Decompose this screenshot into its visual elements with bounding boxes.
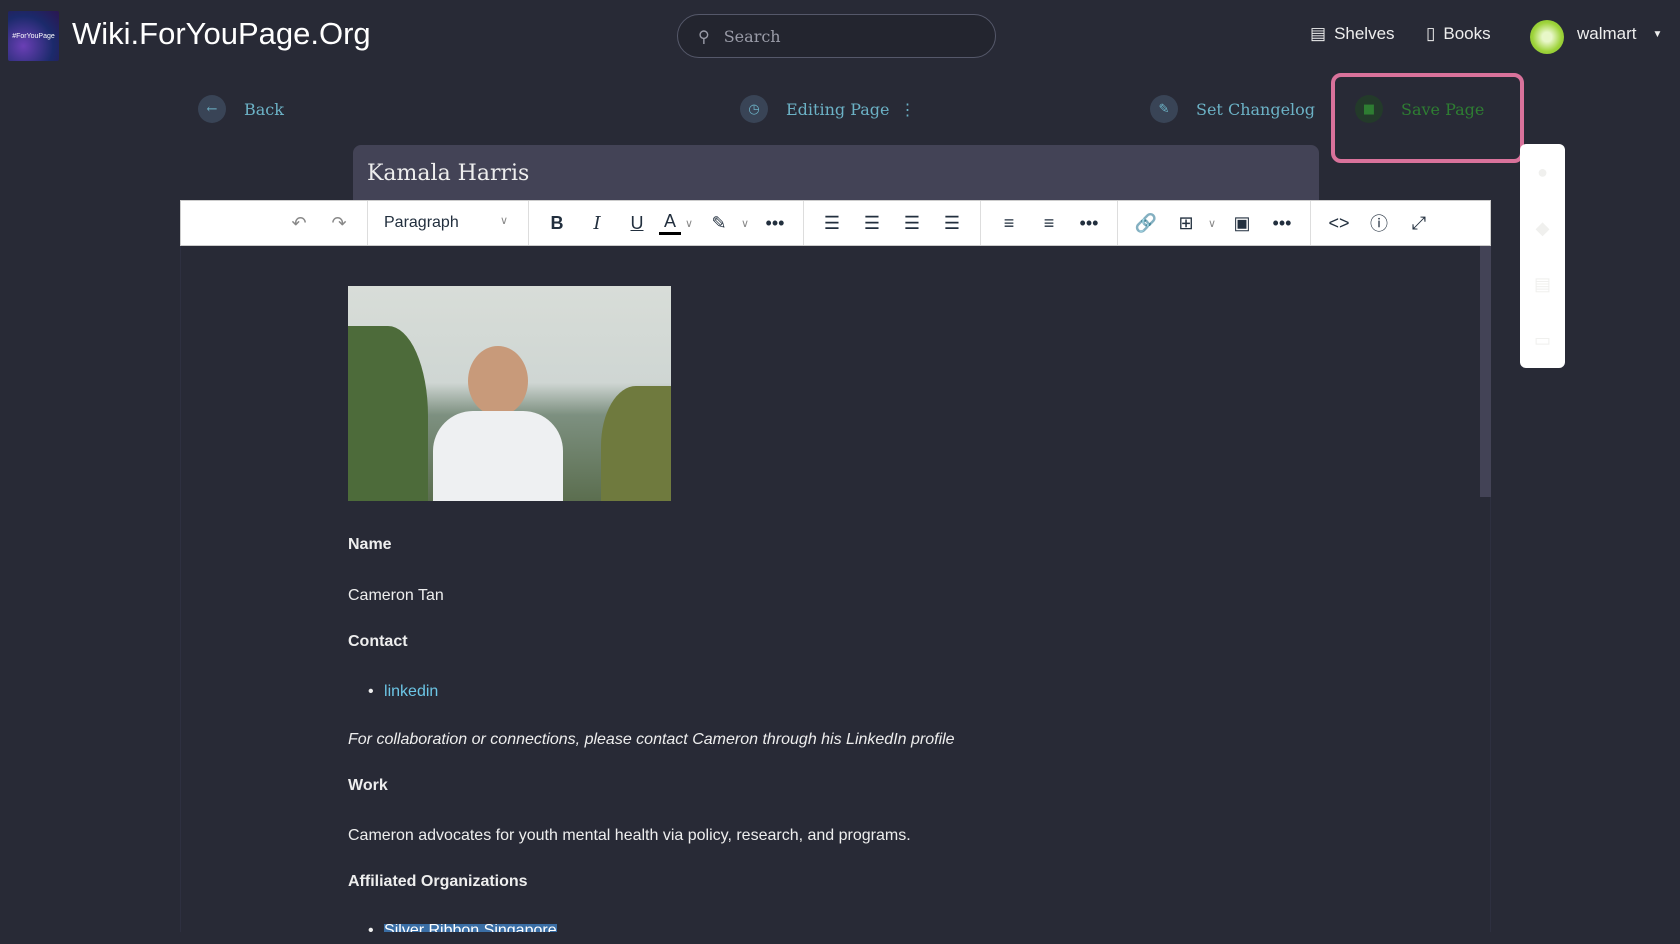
heading-orgs: Affiliated Organizations bbox=[348, 873, 528, 890]
align-right-icon[interactable]: ☰ bbox=[894, 207, 930, 239]
more-icon[interactable]: ••• bbox=[757, 207, 793, 239]
back-button[interactable]: ← Back bbox=[198, 95, 284, 123]
name-text: Cameron Tan bbox=[348, 587, 444, 604]
chevron-down-icon[interactable]: ∨ bbox=[741, 217, 753, 230]
site-logo[interactable]: #ForYouPage bbox=[8, 11, 59, 61]
image-icon[interactable]: ▣ bbox=[1224, 207, 1260, 239]
arrow-left-icon: ← bbox=[198, 95, 226, 123]
more-vertical-icon: ⋮ bbox=[899, 99, 916, 119]
book-icon: ▯ bbox=[1426, 24, 1436, 43]
more-icon[interactable]: ••• bbox=[1071, 207, 1107, 239]
side-toolbar: ● ◆ ▤ ▭ bbox=[1520, 144, 1565, 368]
set-changelog-button[interactable]: ✎ Set Changelog bbox=[1150, 95, 1315, 123]
avatar[interactable] bbox=[1530, 20, 1564, 54]
changelog-label: Set Changelog bbox=[1196, 99, 1316, 119]
profile-photo[interactable] bbox=[348, 286, 671, 501]
nav-books[interactable]: ▯ Books bbox=[1426, 24, 1491, 44]
block-format-value: Paragraph bbox=[384, 214, 459, 231]
editor-scrollbar[interactable] bbox=[1480, 246, 1491, 497]
site-title[interactable]: Wiki.ForYouPage.Org bbox=[72, 16, 371, 52]
block-format-select[interactable]: Paragraph ∨ bbox=[378, 214, 518, 232]
nav-label: Books bbox=[1443, 24, 1491, 43]
tag-icon[interactable]: ◆ bbox=[1536, 218, 1550, 239]
org-item[interactable]: Silver Ribbon Singapore bbox=[384, 924, 557, 932]
fullscreen-icon[interactable]: ⤢ bbox=[1401, 207, 1437, 239]
numbered-list-icon[interactable]: ≡ bbox=[1031, 207, 1067, 239]
page-title-input[interactable]: Kamala Harris bbox=[353, 145, 1319, 201]
work-text: Cameron advocates for youth mental healt… bbox=[348, 827, 911, 844]
text-color-icon[interactable]: A bbox=[659, 211, 681, 235]
table-icon[interactable]: ⊞ bbox=[1168, 207, 1204, 239]
pencil-icon: ✎ bbox=[1150, 95, 1178, 123]
contact-note: For collaboration or connections, please… bbox=[348, 731, 955, 748]
chevron-down-icon[interactable]: ∨ bbox=[1208, 217, 1220, 230]
user-menu[interactable]: walmart ▼ bbox=[1577, 24, 1662, 44]
heading-contact: Contact bbox=[348, 633, 408, 650]
underline-icon[interactable]: U bbox=[619, 207, 655, 239]
comment-icon[interactable]: ▭ bbox=[1534, 330, 1551, 351]
more-icon[interactable]: ••• bbox=[1264, 207, 1300, 239]
bullet-list-icon[interactable]: ≡ bbox=[991, 207, 1027, 239]
highlight-icon[interactable]: ✎ bbox=[701, 207, 737, 239]
nav-shelves[interactable]: ▤ Shelves bbox=[1310, 24, 1395, 44]
editing-page-menu[interactable]: ◷ Editing Page ⋮ bbox=[740, 95, 916, 123]
heading-work: Work bbox=[348, 777, 388, 794]
undo-icon[interactable]: ↶ bbox=[281, 207, 317, 239]
editor-toolbar: ↶ ↷ Paragraph ∨ B I U A ∨ ✎ ∨ ••• ☰ ☰ ☰ ☰ ≡ ≡ •••… bbox=[180, 200, 1491, 246]
linkedin-link[interactable]: linkedin bbox=[384, 683, 438, 700]
editing-label: Editing Page bbox=[786, 99, 890, 119]
chevron-down-icon: ∨ bbox=[500, 215, 509, 227]
clock-icon: ◷ bbox=[740, 95, 768, 123]
caret-down-icon: ▼ bbox=[1652, 28, 1663, 40]
redo-icon[interactable]: ↷ bbox=[321, 207, 357, 239]
help-icon[interactable]: ⓘ bbox=[1361, 207, 1397, 239]
align-justify-icon[interactable]: ☰ bbox=[934, 207, 970, 239]
bold-icon[interactable]: B bbox=[539, 207, 575, 239]
heading-name: Name bbox=[348, 536, 392, 553]
list-icon[interactable]: ▤ bbox=[1534, 274, 1551, 295]
chevron-down-icon[interactable]: ∨ bbox=[685, 217, 697, 230]
italic-icon[interactable]: I bbox=[579, 207, 615, 239]
shelves-icon: ▤ bbox=[1310, 24, 1327, 43]
code-icon[interactable]: <> bbox=[1321, 207, 1357, 239]
link-icon[interactable]: 🔗 bbox=[1128, 207, 1164, 239]
back-circle-icon[interactable]: ● bbox=[1537, 162, 1548, 183]
back-label: Back bbox=[244, 99, 284, 119]
align-left-icon[interactable]: ☰ bbox=[814, 207, 850, 239]
username: walmart bbox=[1577, 24, 1637, 43]
search-input[interactable] bbox=[723, 26, 964, 46]
align-center-icon[interactable]: ☰ bbox=[854, 207, 890, 239]
nav-label: Shelves bbox=[1334, 24, 1395, 43]
search-icon: ⚲ bbox=[698, 26, 710, 46]
highlight-box bbox=[1331, 73, 1524, 163]
search-box[interactable]: ⚲ bbox=[677, 14, 996, 58]
